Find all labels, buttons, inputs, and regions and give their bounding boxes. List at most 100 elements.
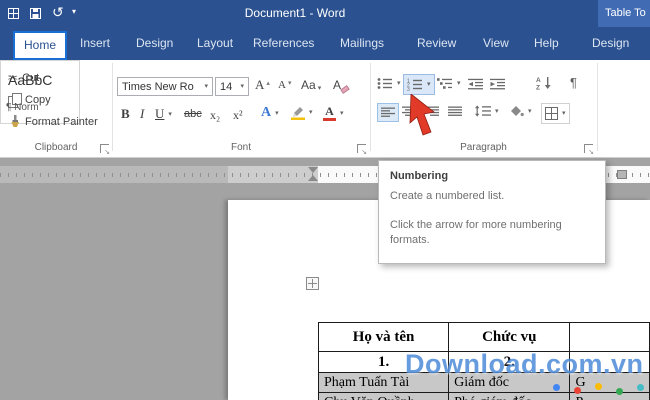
- group-separator: [597, 63, 598, 151]
- align-left-button[interactable]: [377, 103, 399, 122]
- underline-icon: U: [155, 106, 165, 121]
- table-cell[interactable]: [569, 322, 650, 352]
- tab-mailings[interactable]: Mailings: [340, 27, 384, 60]
- font-color-letter: A: [325, 104, 334, 118]
- chevron-down-icon: ▾: [457, 80, 461, 87]
- shrink-font-button[interactable]: A ▾: [278, 79, 291, 91]
- font-family-combo[interactable]: Times New Ro ▾: [117, 77, 213, 96]
- sort-icon: A Z: [536, 77, 551, 91]
- tab-insert[interactable]: Insert: [80, 27, 110, 60]
- chevron-down-icon: ▾: [204, 83, 208, 90]
- tooltip-line1: Create a numbered list.: [390, 190, 505, 202]
- paragraph-group-label: Paragraph: [460, 142, 507, 153]
- group-separator: [112, 63, 113, 151]
- strikethrough-button[interactable]: abc: [184, 108, 202, 120]
- font-family-value: Times New Ro: [122, 80, 194, 93]
- undo-icon[interactable]: ↺: [52, 4, 64, 21]
- tab-table-design[interactable]: Design: [592, 27, 629, 60]
- increase-indent-icon: [490, 78, 505, 90]
- multilevel-list-button[interactable]: ▾: [437, 77, 461, 90]
- clipboard-group-label: Clipboard: [34, 142, 78, 153]
- sort-button[interactable]: A Z: [536, 76, 552, 90]
- font-color-bar: [323, 118, 336, 121]
- clipboard-dialog-launcher[interactable]: [100, 144, 110, 156]
- svg-text:A: A: [536, 77, 541, 84]
- title-bar: ↺ ▾ Document1 - Word Table To: [0, 0, 650, 27]
- bold-icon: B: [121, 106, 130, 121]
- subscript-button[interactable]: x₂: [210, 108, 220, 123]
- numbering-button[interactable]: 1 2 3 ▾: [403, 74, 435, 95]
- caret-up-icon: ▴: [266, 80, 270, 87]
- qat-customize-chevron-icon[interactable]: ▾: [72, 7, 76, 16]
- tab-help[interactable]: Help: [534, 27, 559, 60]
- table-cell[interactable]: Chu Văn Quềnh: [317, 392, 450, 400]
- font-size-combo[interactable]: 14 ▾: [215, 77, 249, 96]
- hanging-indent-marker[interactable]: [308, 175, 318, 181]
- table-column-marker[interactable]: [617, 170, 627, 179]
- borders-button[interactable]: ▾: [541, 103, 570, 124]
- show-paragraph-marks-button[interactable]: ¶: [570, 75, 577, 90]
- table-cell[interactable]: P: [569, 392, 650, 400]
- highlight-color-button[interactable]: ▾: [291, 105, 313, 120]
- align-left-icon: [381, 107, 395, 117]
- highlighter-icon: [291, 107, 305, 120]
- watermark: Download.com.vn: [405, 349, 644, 379]
- justify-button[interactable]: [448, 106, 462, 117]
- svg-text:Z: Z: [536, 85, 540, 91]
- bullets-button[interactable]: ▾: [377, 77, 401, 90]
- first-line-indent-marker[interactable]: [308, 167, 318, 173]
- ribbon: ✂ Cut Copy Format Painter Clipboard Time…: [0, 60, 650, 158]
- tab-view[interactable]: View: [483, 27, 509, 60]
- superscript-button[interactable]: x²: [233, 108, 243, 123]
- paragraph-dialog-launcher[interactable]: [584, 144, 594, 156]
- word-window: ↺ ▾ Document1 - Word Table To Home Inser…: [0, 0, 650, 400]
- table-cell[interactable]: Phó giám đốc: [448, 392, 571, 400]
- bold-button[interactable]: B: [121, 106, 130, 122]
- table-cell[interactable]: Chức vụ: [448, 322, 571, 352]
- watermark-dot-icon: [637, 384, 644, 391]
- table-cell[interactable]: Họ và tên: [317, 322, 450, 352]
- shrink-font-letter: A: [278, 79, 286, 91]
- chevron-down-icon: ▾: [562, 110, 566, 117]
- tab-layout[interactable]: Layout: [197, 27, 233, 60]
- chevron-down-icon: ▾: [427, 81, 431, 88]
- watermark-dot-icon: [574, 387, 581, 394]
- window-title: Document1 - Word: [244, 6, 346, 20]
- format-painter-button[interactable]: Format Painter: [8, 115, 98, 128]
- change-case-label: Aa: [301, 78, 316, 92]
- underline-button[interactable]: U ▾: [155, 106, 172, 122]
- text-effects-icon: A: [261, 105, 272, 120]
- chevron-down-icon: ▾: [397, 80, 401, 87]
- font-dialog-launcher[interactable]: [357, 144, 367, 156]
- save-icon[interactable]: [30, 8, 41, 19]
- tooltip-title: Numbering: [390, 170, 449, 182]
- shading-button[interactable]: ▾: [508, 105, 532, 118]
- eraser-icon: [340, 85, 350, 94]
- ribbon-tabs: Home Insert Design Layout References Mai…: [0, 27, 650, 60]
- line-spacing-button[interactable]: ▾: [475, 105, 499, 117]
- change-case-button[interactable]: Aa ▾: [301, 78, 321, 92]
- tab-design[interactable]: Design: [136, 27, 173, 60]
- chevron-down-icon: ▾: [168, 110, 172, 118]
- table-move-handle[interactable]: [306, 277, 319, 290]
- font-group-label: Font: [230, 142, 251, 153]
- tab-home[interactable]: Home: [13, 31, 67, 60]
- clear-formatting-button[interactable]: A: [333, 78, 350, 94]
- decrease-indent-button[interactable]: [468, 78, 483, 90]
- style-preview: AaBbC: [8, 72, 53, 88]
- increase-indent-button[interactable]: [490, 78, 505, 90]
- chevron-down-icon: ▾: [309, 109, 313, 116]
- grow-font-button[interactable]: A ▴: [255, 77, 270, 93]
- bullets-icon: [377, 78, 392, 89]
- ribbon-options-icon[interactable]: [8, 8, 19, 19]
- chevron-down-icon: ▾: [317, 85, 322, 92]
- chevron-down-icon: ▾: [240, 83, 244, 90]
- watermark-dot-icon: [595, 383, 602, 390]
- text-effects-button[interactable]: A ▾: [261, 105, 279, 121]
- table-tools-header: Table To: [598, 0, 650, 27]
- tab-review[interactable]: Review: [417, 27, 456, 60]
- italic-button[interactable]: I: [140, 106, 144, 122]
- numbering-icon: 1 2 3: [407, 78, 422, 91]
- font-color-button[interactable]: A ▾: [323, 105, 344, 121]
- tab-references[interactable]: References: [253, 27, 314, 60]
